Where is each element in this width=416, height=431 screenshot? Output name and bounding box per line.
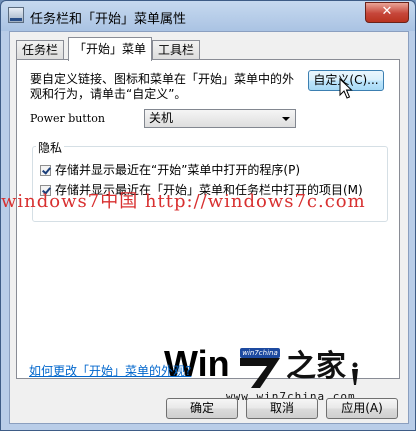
tab-start-menu[interactable]: 「开始」菜单 (68, 37, 153, 61)
store-recent-programs-label: 存储并显示最近在“开始”菜单中打开的程序(P) (55, 163, 301, 177)
power-button-select[interactable]: 关机 (144, 109, 296, 128)
mouse-cursor-icon (339, 78, 353, 99)
close-icon: ✕ (381, 4, 393, 19)
apply-button[interactable]: 应用(A) (326, 398, 398, 419)
person-icon (352, 362, 358, 385)
dialog-client: 任务栏 「开始」菜单 工具栏 要自定义链接、图标和菜单在「开始」菜单中的外观和行… (9, 31, 409, 424)
watermark-text: windows7中国 http://windows7c.com (1, 191, 366, 212)
logo-suffix: 之家 (286, 349, 346, 384)
ok-button[interactable]: 确定 (166, 398, 238, 419)
taskbar-app-icon (8, 7, 24, 23)
customize-description: 要自定义链接、图标和菜单在「开始」菜单中的外观和行为，请单击“自定义”。 (30, 72, 295, 101)
title-bar[interactable]: 任务栏和「开始」菜单属性 ✕ (1, 1, 415, 29)
start-menu-help-link[interactable]: 如何更改「开始」菜单的外观? (29, 362, 191, 379)
logo-badge: win7china (240, 348, 280, 358)
power-button-label: Power button (30, 112, 105, 125)
store-recent-programs-checkbox[interactable]: 存储并显示最近在“开始”菜单中打开的程序(P) (40, 162, 300, 178)
checkbox-checked-icon (40, 165, 51, 176)
privacy-group-title: 隐私 (36, 139, 65, 156)
properties-window: 任务栏和「开始」菜单属性 ✕ 任务栏 「开始」菜单 工具栏 要自定义链接、图标和… (0, 0, 416, 431)
power-button-value: 关机 (149, 111, 174, 125)
window-title: 任务栏和「开始」菜单属性 (30, 12, 187, 27)
close-button[interactable]: ✕ (365, 2, 409, 23)
cancel-button[interactable]: 取消 (246, 398, 318, 419)
chevron-down-icon (282, 117, 290, 121)
tab-toolbars[interactable]: 工具栏 (152, 40, 201, 60)
tab-taskbar[interactable]: 任务栏 (16, 40, 65, 60)
